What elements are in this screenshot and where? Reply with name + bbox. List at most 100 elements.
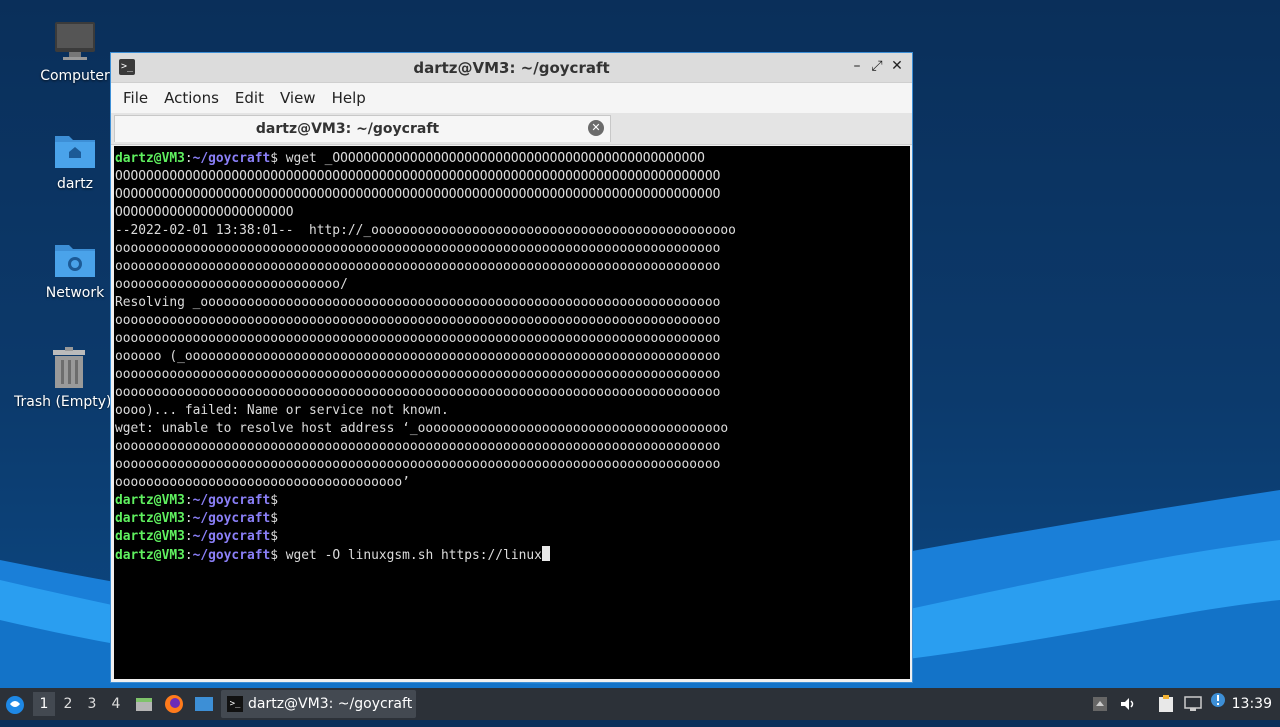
terminal-line: oooooooooooooooooooooooooooooooooooooooo… [115,366,910,384]
maximize-button[interactable]: ⤢ [868,58,886,74]
start-menu-icon[interactable] [5,695,25,714]
terminal-line: oooo)... failed: Name or service not kno… [115,402,910,420]
terminal-line-text: wget _OOOOOOOOOOOOOOOOOOOOOOOOOOOOOOOOOO… [278,151,705,166]
terminal-line: ooooooooooooooooooooooooooooo/ [115,276,910,294]
prompt-dollar: $ [270,529,278,544]
home-folder-icon [53,128,97,172]
clock[interactable]: 13:39 [1232,688,1272,720]
tab-label: dartz@VM3: ~/goycraft [255,121,440,137]
terminal-line: oooooooooooooooooooooooooooooooooooooooo… [115,258,910,276]
terminal-line-text: oooo)... failed: Name or service not kno… [115,403,449,418]
eject-icon[interactable] [1092,696,1108,712]
prompt-dollar: $ [270,511,278,526]
terminal-line: wget: unable to resolve host address ‘_o… [115,420,910,438]
terminal-line: oooooooooooooooooooooooooooooooooooooooo… [115,384,910,402]
terminal-line-text: oooooooooooooooooooooooooooooooooooooooo… [115,259,721,274]
prompt-user: dartz@VM3 [115,529,185,544]
clipboard-icon[interactable] [1157,695,1175,713]
prompt-user: dartz@VM3 [115,151,185,166]
prompt-separator: : [184,548,193,563]
terminal-line: dartz@VM3:~/goycraft$ [115,510,910,528]
terminal-line-text: oooooooooooooooooooooooooooooooooooooooo… [115,367,721,382]
prompt-dollar: $ [270,548,278,563]
prompt-dollar: $ [270,493,278,508]
terminal-line: dartz@VM3:~/goycraft$ [115,528,910,546]
prompt-separator: : [184,493,193,508]
terminal-line-text: oooooooooooooooooooooooooooooooooooooooo… [115,331,721,346]
terminal-line-text: oooooooooooooooooooooooooooooooooooooooo… [115,313,721,328]
terminal-line-text: oooooooooooooooooooooooooooooooooooooooo… [115,241,721,256]
terminal-line: oooooooooooooooooooooooooooooooooooooooo… [115,438,910,456]
terminal-line: oooooooooooooooooooooooooooooooooooooooo… [115,456,910,474]
taskbar-task-label: dartz@VM3: ~/goycraft [248,696,413,712]
menu-file[interactable]: File [115,89,156,107]
taskbar-terminal-button[interactable]: >_ dartz@VM3: ~/goycraft [221,690,416,718]
terminal-line: oooooooooooooooooooooooooooooooooooooooo… [115,312,910,330]
minimize-button[interactable]: – [848,58,866,74]
terminal-line-text: ooooooooooooooooooooooooooooo/ [115,277,348,292]
network-status-icon[interactable] [1184,696,1202,712]
prompt-dollar: $ [270,151,278,166]
desktop-icon-label: Trash (Empty) [14,394,110,410]
window-title: dartz@VM3: ~/goycraft [413,59,610,77]
workspace-2[interactable]: 2 [57,692,79,716]
terminal-line: Resolving _ooooooooooooooooooooooooooooo… [115,294,910,312]
terminal-line-text: oooooooooooooooooooooooooooooooooooooooo… [115,457,721,472]
prompt-path: ~/goycraft [192,548,271,563]
terminal-line: oooooo (_ooooooooooooooooooooooooooooooo… [115,348,910,366]
terminal-tab[interactable]: dartz@VM3: ~/goycraft ✕ [114,115,611,142]
prompt-path: ~/goycraft [192,529,271,544]
terminal-line-text: OOOOOOOOOOOOOOOOOOOOOOOOOOOOOOOOOOOOOOOO… [115,187,721,202]
menu-bar: File Actions Edit View Help [111,83,912,113]
prompt-separator: : [184,529,193,544]
workspace-1[interactable]: 1 [33,692,55,716]
show-desktop-icon[interactable] [194,695,214,713]
menu-view[interactable]: View [272,89,324,107]
terminal-line-text: ooooooooooooooooooooooooooooooooooooo’ [115,475,410,490]
terminal-output[interactable]: dartz@VM3:~/goycraft$ wget _OOOOOOOOOOOO… [114,146,910,679]
terminal-line-text: wget: unable to resolve host address ‘_o… [115,421,729,436]
terminal-line: OOOOOOOOOOOOOOOOOOOOOOOOOOOOOOOOOOOOOOOO… [115,186,910,204]
terminal-cursor [541,546,550,561]
workspace-4[interactable]: 4 [105,692,127,716]
terminal-line: OOOOOOOOOOOOOOOOOOOOOOO [115,204,910,222]
volume-icon[interactable] [1120,696,1136,712]
notification-icon[interactable] [1210,692,1226,708]
terminal-line: dartz@VM3:~/goycraft$ wget -O linuxgsm.s… [115,546,910,564]
network-folder-icon [53,237,97,281]
close-button[interactable]: ✕ [888,58,906,74]
workspace-3[interactable]: 3 [81,692,103,716]
prompt-separator: : [184,151,193,166]
prompt-path: ~/goycraft [192,511,271,526]
terminal-line: oooooooooooooooooooooooooooooooooooooooo… [115,240,910,258]
menu-actions[interactable]: Actions [156,89,227,107]
terminal-window: >_ dartz@VM3: ~/goycraft – ⤢ ✕ File Acti… [110,52,913,683]
terminal-line-text: Resolving _ooooooooooooooooooooooooooooo… [115,295,721,310]
prompt-path: ~/goycraft [192,151,271,166]
terminal-line-text: --2022-02-01 13:38:01-- http://_oooooooo… [115,223,736,238]
terminal-line-text: OOOOOOOOOOOOOOOOOOOOOOO [115,205,294,220]
taskbar: 1 2 3 4 >_ dartz@VM3: ~/goycraft 13:39 [0,688,1280,720]
tab-close-icon[interactable]: ✕ [588,120,604,136]
terminal-line-text: oooooo (_ooooooooooooooooooooooooooooooo… [115,349,721,364]
computer-icon [53,20,97,64]
terminal-line: dartz@VM3:~/goycraft$ wget _OOOOOOOOOOOO… [115,150,910,168]
prompt-separator: : [184,511,193,526]
terminal-line: OOOOOOOOOOOOOOOOOOOOOOOOOOOOOOOOOOOOOOOO… [115,168,910,186]
prompt-user: dartz@VM3 [115,493,185,508]
terminal-line-text: wget -O linuxgsm.sh https://linux [278,548,542,563]
trash-icon [47,346,91,390]
window-titlebar[interactable]: >_ dartz@VM3: ~/goycraft – ⤢ ✕ [111,53,912,83]
prompt-user: dartz@VM3 [115,548,185,563]
prompt-user: dartz@VM3 [115,511,185,526]
terminal-line: ooooooooooooooooooooooooooooooooooooo’ [115,474,910,492]
firefox-icon[interactable] [164,694,184,714]
tab-bar: dartz@VM3: ~/goycraft ✕ [111,113,912,145]
menu-edit[interactable]: Edit [227,89,272,107]
file-manager-icon[interactable] [135,695,153,713]
terminal-line: oooooooooooooooooooooooooooooooooooooooo… [115,330,910,348]
menu-help[interactable]: Help [324,89,374,107]
terminal-line: dartz@VM3:~/goycraft$ [115,492,910,510]
desktop-icon-trash[interactable]: Trash (Empty) [14,346,124,410]
prompt-path: ~/goycraft [192,493,271,508]
